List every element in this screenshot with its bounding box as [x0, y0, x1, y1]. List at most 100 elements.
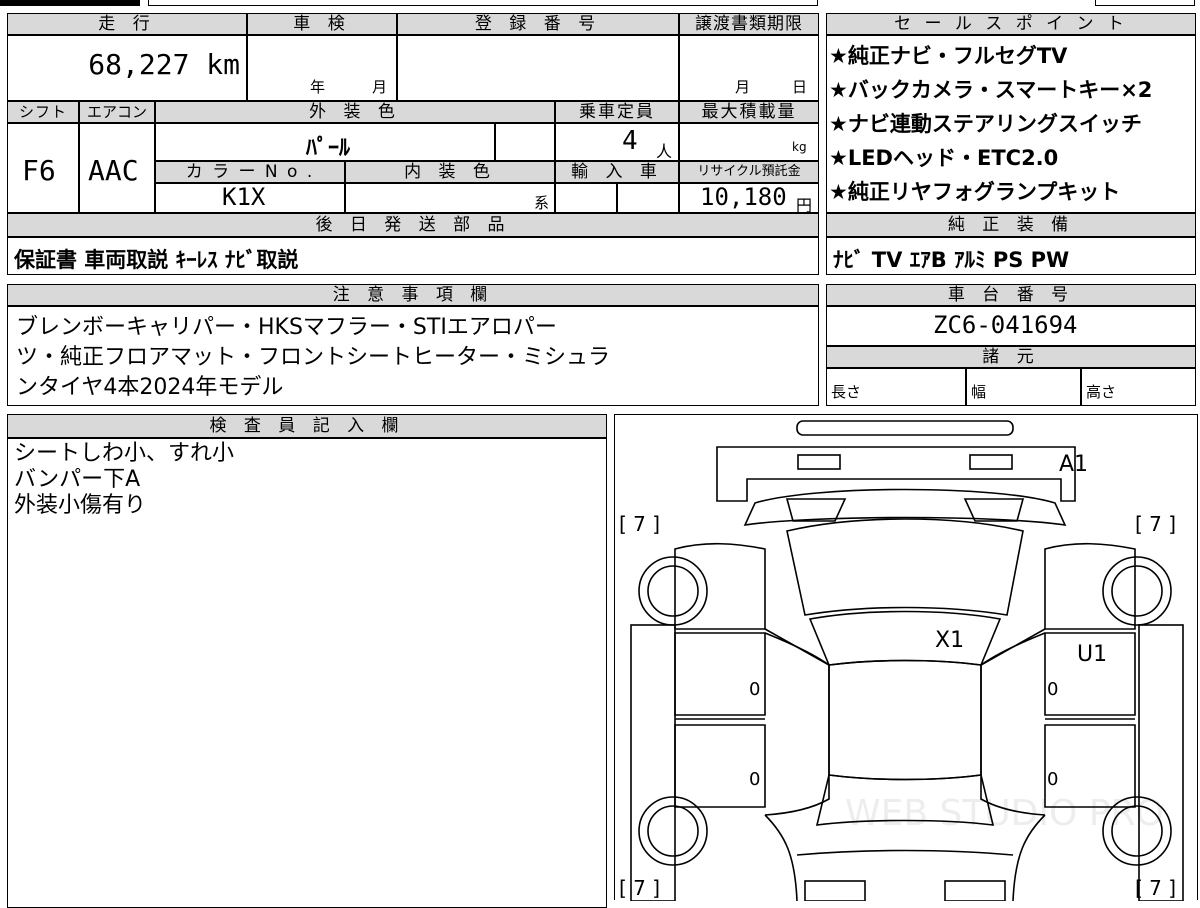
shift-value: F6 — [22, 154, 56, 187]
top-black-bar — [0, 0, 140, 6]
notes-line: ンタイヤ4本2024年モデル — [16, 375, 284, 400]
interior-header: 内 装 色 — [345, 161, 555, 183]
equipment-value: ﾅﾋﾞ TV ｴｱB ｱﾙﾐ PS PW — [833, 248, 1070, 272]
front-lamp-left — [797, 454, 841, 470]
door-value-rear-left: 0 — [749, 769, 760, 790]
front-fender-right — [1044, 542, 1136, 630]
watermark: WEB STUDIO PRO — [845, 793, 1164, 834]
trunk-line — [796, 849, 1014, 856]
inspection-header: 車 検 — [247, 13, 397, 35]
chassis-cell: ZC6-041694 — [826, 306, 1196, 346]
sales-point-item: ★LEDヘッド・ETC2.0 — [829, 146, 1059, 170]
interior-cell: 系 — [345, 183, 555, 213]
bracket-rear-left: [ 7 ] — [619, 876, 660, 900]
shift-header: シフト — [7, 101, 79, 123]
aircon-header: エアコン — [79, 101, 155, 123]
later-parts-value: 保証書 車両取説 ｷｰﾚｽ ﾅﾋﾞ取説 — [14, 248, 299, 272]
colorno-header: カ ラ ー N o . — [155, 161, 345, 183]
exterior-value: ﾊﾟｰﾙ — [306, 136, 351, 161]
mark-x1: X1 — [935, 628, 964, 653]
capacity-cell: 4 人 — [555, 123, 679, 161]
transfer-month: 月 — [735, 78, 751, 96]
import-cell-a — [555, 183, 617, 213]
shift-cell: F6 — [7, 123, 79, 213]
rear-door-left — [674, 724, 766, 808]
top-frame-right — [1095, 0, 1195, 6]
registration-cell — [397, 35, 679, 101]
later-parts-header: 後 日 発 送 部 品 — [7, 213, 819, 237]
import-cell-b — [617, 183, 679, 213]
front-door-left — [674, 632, 766, 716]
rear-lamp-left — [804, 880, 866, 901]
sales-points-panel: セ ー ル ス ポ イ ン ト ★純正ナビ・フルセグTV ★バックカメラ・スマー… — [826, 13, 1196, 275]
notes-line: ツ・純正フロアマット・フロントシートヒーター・ミシュラ — [16, 345, 611, 370]
front-fender-left — [674, 542, 766, 630]
aircon-value: AAC — [88, 154, 139, 187]
car-diagram-panel: A1 X1 U1 [ 7 ] [ 7 ] [ 7 ] [ 7 ] 0 0 0 0… — [614, 414, 1198, 901]
sales-point-item: ★純正リヤフォグランプキット — [829, 180, 1121, 204]
capacity-value: 4 — [622, 126, 638, 156]
inspector-line: シートしわ小、すれ小 — [14, 441, 235, 466]
recycle-header: リサイクル預託金 — [679, 161, 819, 183]
equipment-cell: ﾅﾋﾞ TV ｴｱB ｱﾙﾐ PS PW — [826, 237, 1196, 275]
front-bumper — [716, 446, 1076, 502]
inspector-header: 検 査 員 記 入 欄 — [7, 414, 607, 438]
import-header: 輸 入 車 — [555, 161, 679, 183]
transfer-day: 日 — [792, 78, 808, 96]
recycle-value: 10,180 — [700, 183, 787, 211]
exterior-header: 外 装 色 — [155, 101, 555, 123]
front-wheel-right — [1102, 556, 1172, 626]
notes-line: ブレンボーキャリパー・HKSマフラー・STIエアロパー — [16, 315, 557, 340]
front-lamp-right — [969, 454, 1013, 470]
inspector-line: 外装小傷有り — [14, 493, 147, 518]
registration-header: 登 録 番 号 — [397, 13, 679, 35]
inspector-body: シートしわ小、すれ小 バンパー下A 外装小傷有り — [7, 438, 607, 908]
inspection-year: 年 — [310, 78, 326, 96]
rear-wheel-left — [638, 796, 708, 866]
mileage-value: 68,227 km — [88, 48, 240, 81]
chassis-header: 車 台 番 号 — [826, 284, 1196, 306]
sales-point-item: ★ナビ連動ステアリングスイッチ — [829, 112, 1142, 136]
inspection-cell: 年 月 — [247, 35, 397, 101]
specs-header: 諸 元 — [826, 346, 1196, 368]
spec-length-label: 長さ — [831, 383, 862, 401]
mileage-header: 走 行 — [7, 13, 247, 35]
notes-panel: 注 意 事 項 欄 ブレンボーキャリパー・HKSマフラー・STIエアロパー ツ・… — [7, 284, 819, 406]
later-parts-cell: 保証書 車両取説 ｷｰﾚｽ ﾅﾋﾞ取説 — [7, 237, 819, 275]
roof — [828, 659, 982, 781]
door-value-front-right: 0 — [1047, 679, 1058, 700]
windshield — [808, 610, 1002, 666]
spec-width-cell: 幅 — [966, 368, 1081, 406]
hood — [786, 518, 1024, 616]
maxload-header: 最大積載量 — [679, 101, 819, 123]
transfer-cell: 月 日 — [679, 35, 819, 101]
mark-u1: U1 — [1077, 642, 1107, 667]
rear-lamp-right — [944, 880, 1006, 901]
maxload-cell: kg — [679, 123, 819, 161]
bracket-front-right: [ 7 ] — [1135, 512, 1176, 536]
transfer-header: 譲渡書類期限 — [679, 13, 819, 35]
inspection-month: 月 — [372, 78, 388, 96]
spec-height-label: 高さ — [1086, 383, 1117, 401]
interior-unit: 系 — [534, 194, 550, 212]
notes-body: ブレンボーキャリパー・HKSマフラー・STIエアロパー ツ・純正フロアマット・フ… — [7, 306, 819, 406]
notes-header: 注 意 事 項 欄 — [7, 284, 819, 306]
spec-width-label: 幅 — [971, 383, 987, 401]
inspector-panel: 検 査 員 記 入 欄 シートしわ小、すれ小 バンパー下A 外装小傷有り — [7, 414, 607, 908]
sales-points-list: ★純正ナビ・フルセグTV ★バックカメラ・スマートキー×2 ★ナビ連動ステアリン… — [826, 35, 1196, 213]
maxload-unit: kg — [792, 140, 807, 154]
chassis-panel: 車 台 番 号 ZC6-041694 諸 元 長さ 幅 高さ — [826, 284, 1196, 406]
exterior-sub-cell — [495, 123, 555, 161]
equipment-header: 純 正 装 備 — [826, 213, 1196, 237]
capacity-header: 乗車定員 — [555, 101, 679, 123]
spec-height-cell: 高さ — [1081, 368, 1196, 406]
chassis-value: ZC6-041694 — [933, 311, 1078, 339]
door-value-front-left: 0 — [749, 679, 760, 700]
aircon-cell: AAC — [79, 123, 155, 213]
colorno-value: K1X — [222, 183, 266, 211]
bracket-front-left: [ 7 ] — [619, 512, 660, 536]
top-strip — [0, 0, 1200, 8]
mark-a1: A1 — [1059, 452, 1088, 477]
door-value-rear-right: 0 — [1047, 769, 1058, 790]
sales-point-item: ★バックカメラ・スマートキー×2 — [829, 78, 1153, 102]
